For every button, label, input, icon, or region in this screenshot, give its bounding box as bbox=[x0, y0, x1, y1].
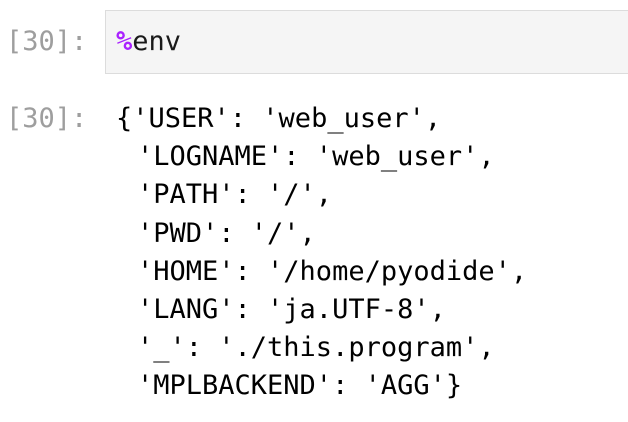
magic-symbol: % bbox=[116, 26, 133, 57]
output-area: {'USER': 'web_user', 'LOGNAME': 'web_use… bbox=[116, 100, 628, 406]
magic-command: env bbox=[132, 26, 182, 57]
output-line: 'PATH': '/', bbox=[137, 179, 333, 211]
output-line: 'HOME': '/home/pyodide', bbox=[137, 255, 528, 287]
output-line: {'USER': 'web_user', bbox=[116, 103, 442, 134]
code-line[interactable]: %env bbox=[116, 23, 181, 61]
output-line: 'MPLBACKEND': 'AGG'} bbox=[137, 370, 463, 402]
output-line: 'PWD': '/', bbox=[137, 217, 316, 249]
output-line: 'LOGNAME': 'web_user', bbox=[137, 141, 495, 173]
input-prompt: [30]: bbox=[6, 26, 88, 57]
code-editor[interactable]: %env bbox=[105, 10, 628, 74]
output-line: '_': './this.program', bbox=[137, 332, 495, 364]
output-prompt: [30]: bbox=[6, 103, 88, 134]
output-line: 'LANG': 'ja.UTF-8', bbox=[137, 293, 446, 325]
